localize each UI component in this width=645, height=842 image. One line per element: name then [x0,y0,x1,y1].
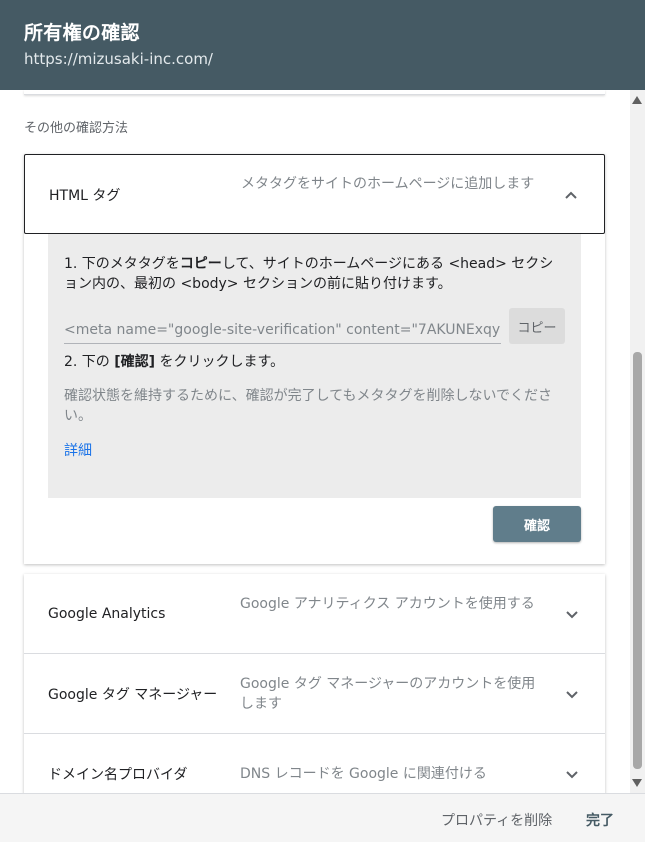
dialog-content[interactable]: その他の確認方法 HTML タグ メタタグをサイトのホームページに追加します 1… [0,90,630,793]
delete-property-button[interactable]: プロパティを削除 [441,810,552,830]
instructions-panel: 1. 下のメタタグをコピーして、サイトのホームページにある <head> セクシ… [48,234,581,498]
html-tag-method-card: HTML タグ メタタグをサイトのホームページに追加します 1. 下のメタタグを… [24,154,605,564]
method-title: HTML タグ [49,188,121,204]
scroll-down-arrow-icon[interactable] [632,779,642,787]
step-2: 2. 下の [確認] をクリックします。 [64,354,285,370]
chevron-up-icon[interactable] [564,188,578,202]
method-google-analytics[interactable]: Google Analytics Google アナリティクス アカウントを使用… [24,574,605,654]
method-description: Google アナリティクス アカウントを使用する [240,596,535,612]
done-button[interactable]: 完了 [586,810,614,830]
method-domain-provider[interactable]: ドメイン名プロバイダ DNS レコードを Google に関連付ける [24,734,605,793]
scroll-up-arrow-icon[interactable] [632,96,642,104]
step-1: 1. 下のメタタグをコピーして、サイトのホームページにある <head> セクシ… [64,256,554,292]
details-link[interactable]: 詳細 [64,440,92,460]
dialog-footer: プロパティを削除 完了 [0,793,645,842]
chevron-down-icon[interactable] [565,687,579,701]
method-description: メタタグをサイトのホームページに追加します [241,176,535,192]
html-tag-method-header[interactable]: HTML タグ メタタグをサイトのホームページに追加します [24,154,605,234]
dialog-header: 所有権の確認 https://mizusaki-inc.com/ [0,0,645,90]
property-url: https://mizusaki-inc.com/ [24,50,213,68]
method-description: DNS レコードを Google に関連付ける [240,766,487,782]
section-label: その他の確認方法 [24,121,129,136]
vertical-scrollbar[interactable] [630,90,645,793]
verify-button[interactable]: 確認 [493,506,581,542]
copy-button[interactable]: コピー [509,308,565,344]
verification-note: 確認状態を維持するために、確認が完了してもメタタグを削除しないでください。 [64,388,553,424]
method-title: ドメイン名プロバイダ [48,767,188,783]
method-description: Google タグ マネージャーのアカウントを使用します [240,676,536,712]
scrollbar-thumb[interactable] [633,352,642,769]
method-title: Google Analytics [48,606,166,622]
method-title: Google タグ マネージャー [48,687,218,703]
other-methods-list: Google Analytics Google アナリティクス アカウントを使用… [24,574,605,793]
chevron-down-icon[interactable] [565,767,579,781]
dialog-title: 所有権の確認 [24,22,140,44]
chevron-down-icon[interactable] [565,607,579,621]
method-google-tag-manager[interactable]: Google タグ マネージャー Google タグ マネージャーのアカウントを… [24,654,605,734]
meta-tag-field[interactable]: <meta name="google-site-verification" co… [64,322,501,344]
meta-tag-row: <meta name="google-site-verification" co… [64,308,565,348]
previous-card-edge [24,90,605,95]
